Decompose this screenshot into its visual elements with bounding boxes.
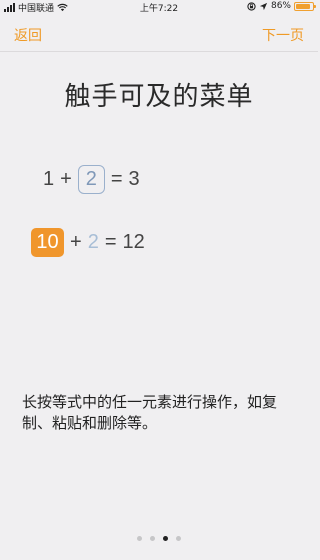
- equation-example-2: 10 + 2 = 12: [31, 227, 148, 257]
- eq1-operator[interactable]: +: [57, 168, 75, 191]
- page-dot[interactable]: [163, 536, 168, 541]
- lock-rotation-icon: [247, 1, 256, 11]
- battery-fill: [296, 3, 310, 9]
- eq1-operand-a[interactable]: 1: [40, 168, 57, 191]
- page-dot[interactable]: [176, 536, 181, 541]
- status-bar: 中国联通 上午7:22 86%: [0, 0, 318, 14]
- eq2-operator[interactable]: +: [67, 231, 85, 254]
- page-title: 触手可及的菜单: [64, 82, 254, 112]
- back-button[interactable]: 返回: [14, 25, 42, 45]
- screen: 中国联通 上午7:22 86% 返回 下一页 触手可及的菜单 1 + 2 = 3…: [0, 0, 318, 560]
- next-page-button[interactable]: 下一页: [262, 25, 304, 45]
- eq1-operand-b-selected[interactable]: 2: [77, 164, 105, 194]
- nav-bar: 返回 下一页: [0, 14, 318, 52]
- location-arrow-icon: [259, 2, 268, 10]
- battery-percent: 86%: [270, 1, 291, 11]
- eq1-equals[interactable]: =: [108, 168, 126, 191]
- page-dot[interactable]: [137, 536, 142, 541]
- eq2-operand-b[interactable]: 2: [85, 231, 102, 254]
- equation-example-1: 1 + 2 = 3: [40, 164, 143, 194]
- description-text: 长按等式中的任一元素进行操作，如复制、粘贴和删除等。: [22, 393, 278, 432]
- eq2-operand-a-highlighted[interactable]: 10: [31, 227, 64, 257]
- page-indicator[interactable]: [0, 536, 318, 541]
- eq2-equals[interactable]: =: [102, 231, 120, 254]
- status-right: 86%: [247, 1, 316, 11]
- page-dot[interactable]: [150, 536, 155, 541]
- battery-cap: [314, 4, 316, 8]
- eq2-result[interactable]: 12: [120, 231, 148, 254]
- battery-icon: [294, 1, 316, 11]
- eq1-result[interactable]: 3: [126, 168, 143, 191]
